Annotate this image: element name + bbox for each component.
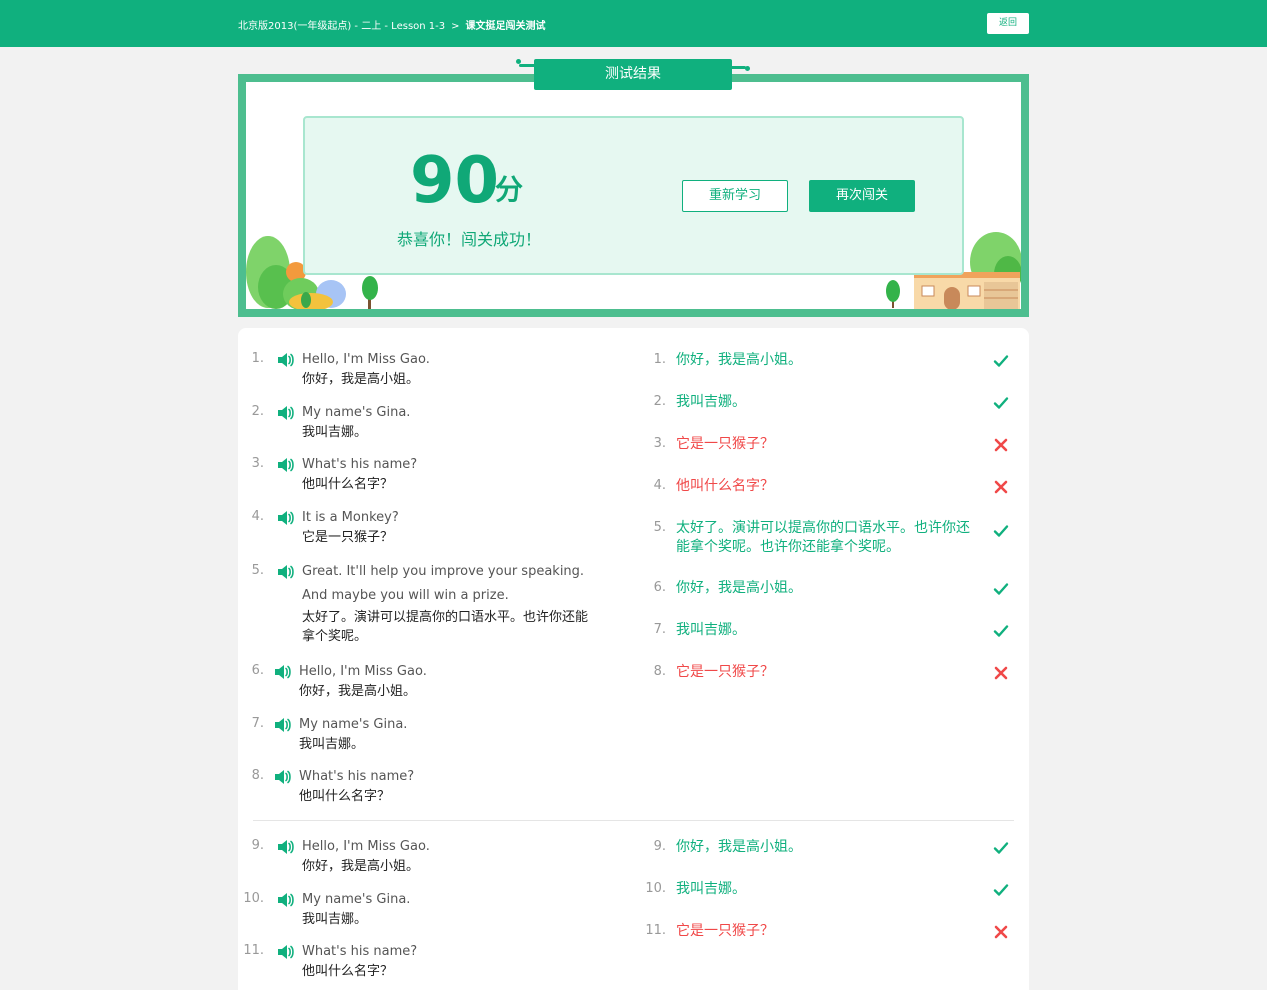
sentence-chinese: 它是一只猴子？: [302, 530, 394, 545]
ribbon-dot-right: [745, 66, 750, 71]
answer-number: 7.: [653, 622, 666, 637]
speaker-icon[interactable]: [276, 892, 294, 908]
answer-text: 你好，我是高小姐。: [676, 352, 802, 368]
answer-text: 太好了。演讲可以提高你的口语水平。也许你还能拿个奖呢。也许你还能拿个奖呢。: [676, 520, 970, 555]
sentence-english: Hello, I'm Miss Gao.: [302, 839, 430, 854]
answer-number: 3.: [653, 436, 666, 451]
sentence-chinese: 你好，我是高小姐。: [302, 372, 420, 387]
answer-text: 他叫什么名字？: [676, 478, 774, 494]
breadcrumb: 北京版2013(一年级起点) - 二上 - Lesson 1-3 > 课文挺足闯关测…: [238, 17, 546, 32]
cross-icon: [992, 923, 1010, 941]
answer-text: 它是一只猴子？: [676, 664, 774, 680]
speaker-icon[interactable]: [273, 769, 291, 785]
answer-text: 我叫吉娜。: [676, 622, 746, 638]
ribbon-dot-left: [516, 59, 521, 64]
speaker-icon[interactable]: [276, 510, 294, 526]
sentence-chinese: 我叫吉娜。: [302, 912, 368, 927]
sentence-number: 5.: [251, 563, 264, 578]
answer-text: 我叫吉娜。: [676, 881, 746, 897]
check-icon: [992, 839, 1010, 857]
sentence-number: 3.: [251, 456, 264, 471]
speaker-icon[interactable]: [276, 405, 294, 421]
check-icon: [992, 394, 1010, 412]
check-icon: [992, 522, 1010, 540]
answer-number: 2.: [653, 394, 666, 409]
breadcrumb-separator: >: [451, 21, 460, 32]
sentence-chinese: 我叫吉娜。: [302, 425, 368, 440]
top-bar: 北京版2013(一年级起点) - 二上 - Lesson 1-3 > 课文挺足闯关测…: [0, 0, 1267, 47]
speaker-icon[interactable]: [276, 457, 294, 473]
answer-number: 5.: [653, 520, 666, 535]
answer-number: 8.: [653, 664, 666, 679]
sentence-english: It is a Monkey?: [302, 510, 399, 525]
cross-icon: [992, 478, 1010, 496]
sentence-english: My name's Gina.: [302, 892, 411, 907]
sentence-chinese: 你好，我是高小姐。: [302, 859, 420, 874]
check-icon: [992, 580, 1010, 598]
sentence-english: Great. It'll help you improve your speak…: [302, 564, 585, 579]
retry-button[interactable]: 再次闯关: [809, 180, 915, 212]
speaker-icon[interactable]: [276, 944, 294, 960]
sentence-chinese: 你好，我是高小姐。: [299, 684, 417, 699]
sentence-chinese: 太好了。演讲可以提高你的口语水平。也许你还能拿个奖呢。: [302, 610, 589, 644]
back-button[interactable]: 返回: [987, 13, 1029, 34]
sentence-english: Hello, I'm Miss Gao.: [299, 664, 427, 679]
sentence-number: 8.: [251, 768, 264, 783]
sentence-chinese: 他叫什么名字？: [302, 964, 394, 979]
answer-text: 你好，我是高小姐。: [676, 839, 802, 855]
sentence-english: My name's Gina.: [299, 717, 408, 732]
sentence-number: 4.: [251, 509, 264, 524]
check-icon: [992, 352, 1010, 370]
sentence-chinese: 我叫吉娜。: [299, 737, 365, 752]
speaker-icon[interactable]: [276, 839, 294, 855]
sentence-number: 7.: [251, 716, 264, 731]
answer-text: 我叫吉娜。: [676, 394, 746, 410]
cross-icon: [992, 664, 1010, 682]
sentence-number: 1.: [251, 351, 264, 366]
breadcrumb-path[interactable]: 北京版2013(一年级起点) - 二上 - Lesson 1-3: [238, 21, 445, 32]
check-icon: [992, 881, 1010, 899]
sentence-english-line2: And maybe you will win a prize.: [302, 588, 509, 603]
check-icon: [992, 622, 1010, 640]
speaker-icon[interactable]: [273, 664, 291, 680]
sentence-number: 2.: [251, 404, 264, 419]
speaker-icon[interactable]: [276, 352, 294, 368]
sentence-english: What's his name?: [302, 457, 418, 472]
breadcrumb-current: 课文挺足闯关测试: [465, 21, 546, 32]
answer-text: 你好，我是高小姐。: [676, 580, 802, 596]
speaker-icon[interactable]: [276, 564, 294, 580]
answer-number: 4.: [653, 478, 666, 493]
success-message: 恭喜你！闯关成功！: [397, 230, 542, 249]
sentence-number: 10.: [243, 891, 264, 906]
answer-text: 它是一只猴子？: [676, 436, 774, 452]
score-value: 90: [410, 144, 500, 218]
cross-icon: [992, 436, 1010, 454]
relearn-button[interactable]: 重新学习: [682, 180, 788, 212]
sentence-english: What's his name?: [302, 944, 418, 959]
sentence-number: 6.: [251, 663, 264, 678]
result-title: 测试结果: [534, 59, 732, 90]
sentence-number: 9.: [251, 838, 264, 853]
sentence-english: What's his name?: [299, 769, 415, 784]
answer-number: 10.: [645, 881, 666, 896]
score-unit: 分: [495, 173, 524, 206]
answer-number: 1.: [653, 352, 666, 367]
speaker-icon[interactable]: [273, 717, 291, 733]
sentence-chinese: 他叫什么名字？: [302, 477, 394, 492]
answer-number: 11.: [645, 923, 666, 938]
answer-text: 它是一只猴子？: [676, 923, 774, 939]
sentence-number: 11.: [243, 943, 264, 958]
sentence-chinese: 他叫什么名字？: [299, 789, 391, 804]
sentence-english: My name's Gina.: [302, 405, 411, 420]
answer-number: 6.: [653, 580, 666, 595]
section-divider: [253, 820, 1014, 821]
answer-number: 9.: [653, 839, 666, 854]
sentence-english: Hello, I'm Miss Gao.: [302, 352, 430, 367]
